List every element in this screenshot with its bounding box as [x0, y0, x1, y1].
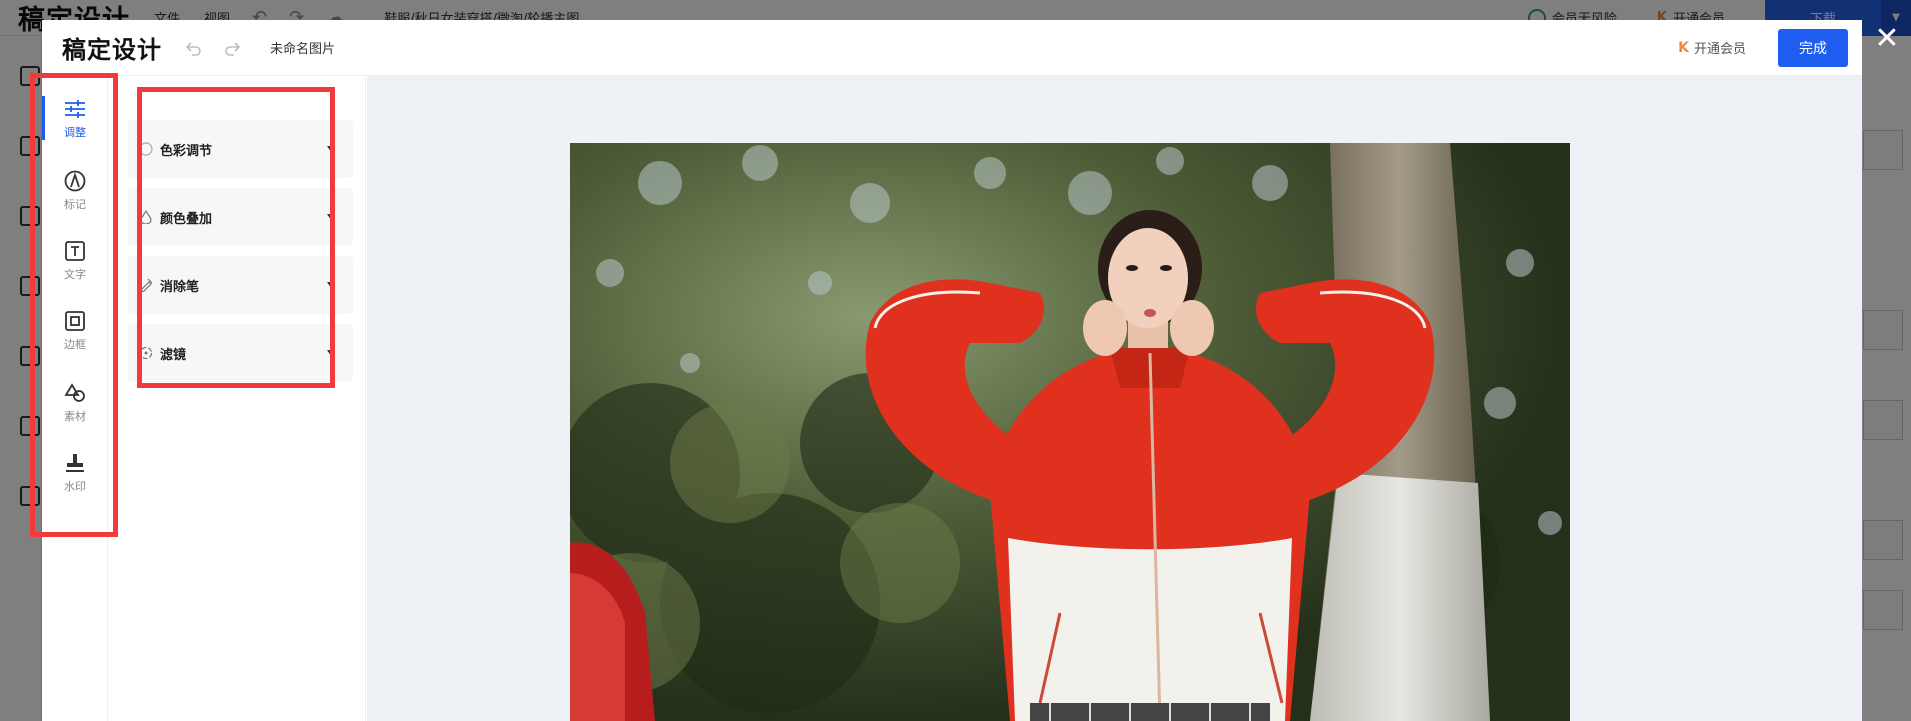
annotation-box-adjust-panel: [137, 87, 335, 388]
canvas-photo[interactable]: [570, 143, 1570, 721]
redo-icon[interactable]: [222, 38, 242, 58]
open-vip-link[interactable]: K 开通会员: [1678, 38, 1746, 58]
annotation-box-tool-rail: [30, 73, 118, 537]
undo-icon[interactable]: [184, 38, 204, 58]
vip-k-icon: K: [1678, 39, 1689, 56]
document-name[interactable]: 未命名图片: [270, 38, 335, 57]
editor-header: 稿定设计 未命名图片 K 开通会员 完成: [42, 20, 1862, 76]
done-button[interactable]: 完成: [1778, 28, 1848, 67]
close-icon[interactable]: ✕: [1868, 20, 1906, 58]
editor-canvas[interactable]: [367, 76, 1862, 721]
editor-logo: 稿定设计: [62, 36, 162, 64]
